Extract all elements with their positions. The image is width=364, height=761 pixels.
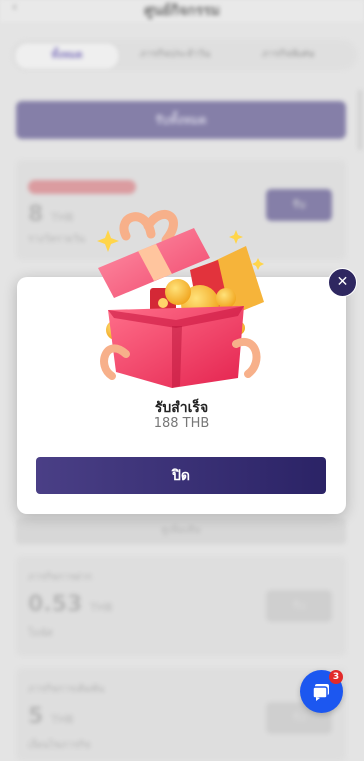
reward-amount: 188 THB <box>153 416 210 431</box>
notification-badge: 3 <box>329 670 343 684</box>
close-icon[interactable]: ✕ <box>328 268 357 297</box>
close-button[interactable]: ปิด <box>36 457 326 494</box>
gift-box-icon <box>97 210 264 388</box>
